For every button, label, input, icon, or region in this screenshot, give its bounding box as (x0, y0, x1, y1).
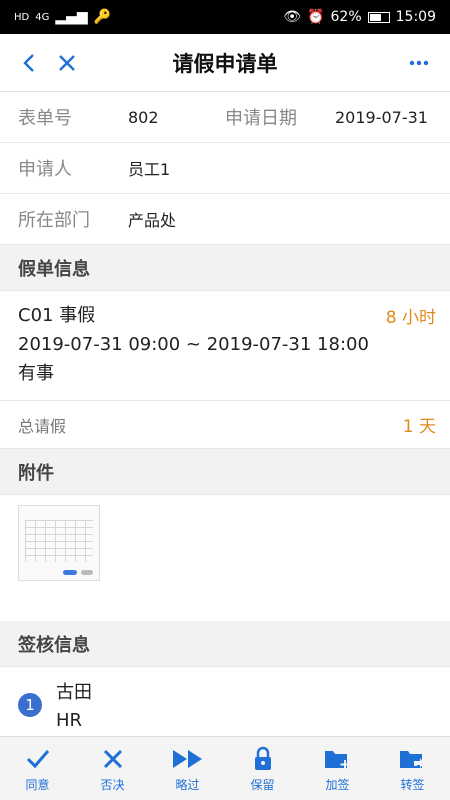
status-bar: HD 4G ▂▄▆ 🔑 👁 ⏰ 62% 15:09 (0, 0, 450, 34)
signer-role: HR (56, 710, 83, 731)
skip-label: 略过 (175, 778, 200, 792)
apply-date-label: 申请日期 (225, 108, 297, 129)
form-no-label: 表单号 (18, 108, 72, 129)
chevron-left-icon (23, 53, 34, 72)
alarm-icon: ⏰ (307, 9, 325, 25)
close-icon (103, 744, 123, 774)
close-button[interactable] (50, 46, 84, 80)
folder-transfer-icon (399, 744, 427, 774)
clock: 15:09 (395, 9, 436, 25)
reject-label: 否决 (100, 778, 125, 792)
form-row-applicant: 申请人 员工1 (0, 143, 450, 194)
apply-date-field: 申请日期 2019-07-31 (225, 104, 432, 130)
apply-date-value: 2019-07-31 (335, 107, 428, 127)
action-toolbar: 同意 否决 略过 保留 加签 转签 (0, 736, 450, 800)
more-button[interactable] (402, 46, 436, 80)
add-sign-label: 加签 (325, 778, 350, 792)
transfer-label: 转签 (400, 778, 425, 792)
total-leave-label: 总请假 (18, 416, 67, 436)
approval-section-header: 签核信息 (0, 621, 450, 667)
add-sign-button[interactable]: 加签 (308, 744, 368, 793)
battery-icon (367, 11, 390, 23)
signer-index-badge: 1 (18, 693, 42, 717)
form-no-value: 802 (128, 107, 159, 127)
form-no-field: 表单号 802 (18, 104, 225, 130)
signer-details: 古田 HR (56, 679, 92, 731)
thumbnail-calendar-grid (25, 520, 93, 562)
lock-icon (253, 744, 273, 774)
more-dots-icon (409, 60, 429, 66)
dept-value: 产品处 (128, 211, 177, 230)
leave-type: C01 事假 (18, 305, 96, 326)
form-info: 表单号 802 申请日期 2019-07-31 申请人 员工1 所在部门 产品处 (0, 92, 450, 245)
key-icon: 🔑 (93, 9, 112, 25)
keep-label: 保留 (250, 778, 275, 792)
leave-period: 2019-07-31 09:00 ~ 2019-07-31 18:00 (18, 334, 369, 355)
agree-button[interactable]: 同意 (8, 744, 68, 793)
attachment-thumbnail[interactable] (18, 505, 100, 581)
eye-icon: 👁 (283, 9, 302, 25)
leave-hours: 8 小时 (385, 308, 436, 328)
signer-item: 1 古田 HR (0, 667, 450, 737)
thumbnail-button-mark (63, 570, 77, 575)
status-left: HD 4G ▂▄▆ 🔑 (14, 9, 111, 25)
signal-type: 4G (35, 11, 50, 23)
signal-icon: ▂▄▆ (55, 9, 88, 25)
skip-button[interactable]: 略过 (158, 744, 218, 793)
transfer-button[interactable]: 转签 (383, 744, 443, 793)
agree-label: 同意 (25, 778, 50, 792)
back-button[interactable] (12, 46, 46, 80)
applicant-label: 申请人 (18, 159, 72, 180)
attachment-section-header: 附件 (0, 449, 450, 495)
close-icon (59, 54, 75, 71)
keep-button[interactable]: 保留 (233, 744, 293, 793)
reject-button[interactable]: 否决 (83, 744, 143, 793)
applicant-value: 员工1 (128, 160, 171, 179)
leave-section-header: 假单信息 (0, 245, 450, 291)
dept-label: 所在部门 (18, 210, 90, 231)
leave-reason: 有事 (18, 363, 54, 384)
total-leave-value: 1 天 (402, 417, 436, 437)
folder-add-icon (324, 744, 352, 774)
leave-item[interactable]: C01 事假 2019-07-31 09:00 ~ 2019-07-31 18:… (0, 291, 450, 401)
battery-percent: 62% (330, 9, 362, 25)
fast-forward-icon (172, 744, 204, 774)
total-leave-row: 总请假 1 天 (0, 401, 450, 449)
status-right: 👁 ⏰ 62% 15:09 (283, 9, 436, 25)
thumbnail-button-mark-secondary (81, 570, 93, 575)
nav-bar: 请假申请单 (0, 34, 450, 92)
network-label: HD (14, 11, 30, 23)
signer-name: 古田 (56, 682, 92, 703)
check-icon (26, 744, 50, 774)
form-row-number-date: 表单号 802 申请日期 2019-07-31 (0, 92, 450, 143)
form-row-department: 所在部门 产品处 (0, 194, 450, 245)
attachment-list (0, 495, 450, 621)
